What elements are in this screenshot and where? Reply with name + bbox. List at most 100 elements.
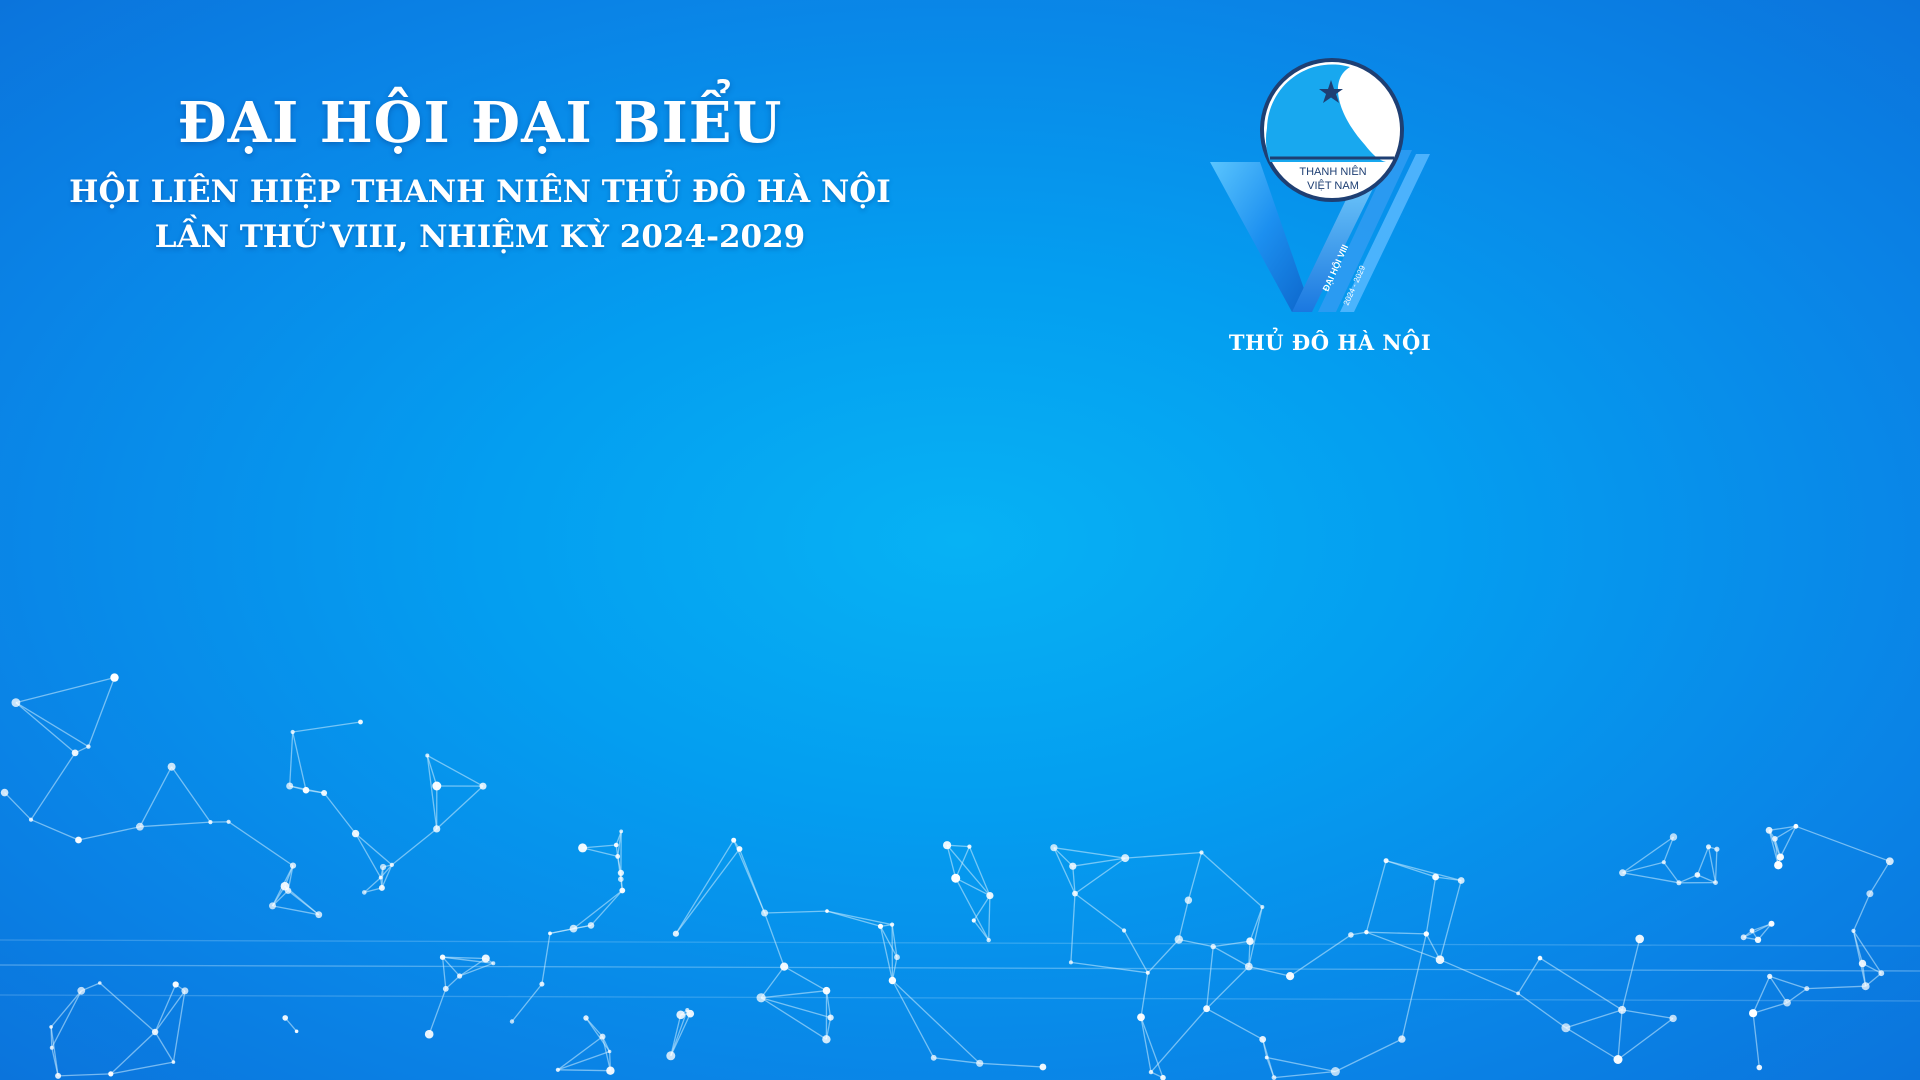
network-line (1621, 938, 1641, 1011)
network-node (290, 729, 295, 735)
network-line (1123, 930, 1149, 974)
network-node (1383, 858, 1389, 864)
network-node (1669, 1014, 1677, 1023)
network-line (292, 731, 307, 791)
network-node (1122, 928, 1127, 933)
network-node (578, 843, 588, 853)
network-line (1617, 1017, 1674, 1061)
network-node (1767, 973, 1773, 980)
network-node (672, 930, 680, 937)
network-line (1053, 847, 1126, 859)
network-line (1697, 874, 1716, 884)
network-line (1140, 1017, 1152, 1073)
network-node (1244, 962, 1253, 971)
network-node (780, 962, 789, 971)
network-line (1752, 1002, 1788, 1014)
network-node (822, 1035, 831, 1044)
network-node (1749, 928, 1755, 934)
network-node (1878, 970, 1885, 977)
network-line (355, 833, 382, 878)
heading-block: ĐẠI HỘI ĐẠI BIỂU HỘI LIÊN HIỆP THANH NIÊ… (40, 90, 920, 260)
network-node (321, 790, 328, 796)
network-line (15, 676, 115, 704)
network-line (292, 721, 361, 733)
network-node (1260, 905, 1265, 909)
network-node (1858, 959, 1867, 968)
network-line (1752, 1013, 1760, 1068)
network-node (548, 931, 552, 936)
network-node (49, 1025, 53, 1029)
page-background: ĐẠI HỘI ĐẠI BIỂU HỘI LIÊN HIỆP THANH NIÊ… (0, 0, 1920, 1080)
light-streak (0, 939, 1920, 947)
network-line (557, 1050, 610, 1071)
network-node (619, 829, 624, 834)
network-node (77, 986, 86, 995)
network-node (827, 1014, 834, 1021)
network-node (362, 890, 367, 895)
network-node (1754, 936, 1762, 943)
network-node (378, 875, 383, 880)
network-line (1273, 1070, 1336, 1079)
network-node (1619, 869, 1627, 877)
network-line (1869, 860, 1891, 895)
network-node (1713, 880, 1718, 885)
network-line (582, 847, 618, 858)
network-line (675, 839, 735, 935)
network-node (282, 1015, 289, 1021)
network-node (607, 1049, 612, 1054)
network-node (172, 981, 179, 988)
network-node (894, 954, 900, 961)
network-node (294, 1029, 299, 1034)
network-node (1457, 877, 1465, 884)
network-node (1706, 844, 1711, 850)
emblem-text-2: VIỆT NAM (1307, 179, 1359, 192)
network-node (11, 698, 21, 707)
network-line (675, 848, 741, 935)
network-node (1050, 844, 1058, 852)
network-line (87, 677, 116, 747)
network-node (1561, 1023, 1571, 1033)
network-node (351, 829, 360, 838)
network-line (1053, 847, 1076, 894)
network-node (569, 924, 578, 933)
network-node (0, 788, 9, 797)
emblem-text-1: THANH NIÊN (1299, 165, 1366, 178)
network-line (933, 1057, 980, 1064)
subtitle-line-1: HỘI LIÊN HIỆP THANH NIÊN THỦ ĐÔ HÀ NỘI (69, 174, 891, 210)
network-line (1366, 931, 1427, 935)
network-node (226, 819, 231, 824)
network-node (110, 673, 119, 682)
network-line (426, 755, 438, 829)
network-node (736, 846, 743, 852)
network-line (172, 990, 186, 1063)
network-node (1203, 1005, 1210, 1013)
network-line (557, 1036, 603, 1071)
network-line (272, 905, 319, 916)
network-line (1248, 965, 1291, 977)
network-node (380, 863, 387, 871)
network-node (731, 837, 737, 843)
network-line (139, 766, 173, 828)
network-line (50, 990, 82, 1028)
network-node (1184, 896, 1193, 904)
network-line (1617, 1009, 1623, 1060)
network-line (30, 752, 76, 821)
network-node (1121, 854, 1130, 863)
network-node (825, 909, 829, 913)
network-line (1622, 861, 1664, 874)
network-line (1070, 961, 1148, 974)
network-line (1539, 957, 1623, 1011)
network-node (967, 844, 972, 849)
network-node (1804, 986, 1810, 992)
network-line (891, 980, 981, 1064)
network-node (1264, 1055, 1269, 1060)
network-line (15, 702, 89, 748)
network-node (877, 923, 884, 929)
network-node (930, 1054, 937, 1061)
network-node (971, 918, 976, 923)
network-line (973, 895, 991, 921)
network-node (181, 987, 189, 995)
network-line (1201, 852, 1263, 908)
network-node (1694, 872, 1701, 878)
network-node (761, 909, 769, 917)
